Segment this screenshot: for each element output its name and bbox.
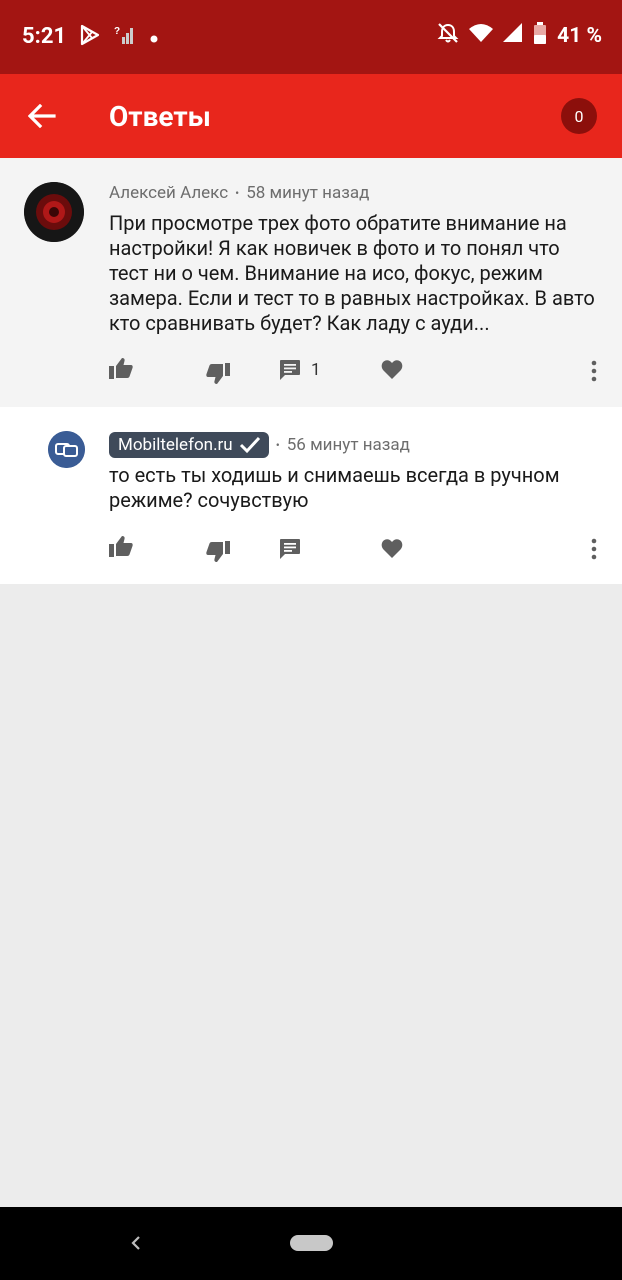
thumbs-down-icon <box>206 363 230 384</box>
author-line: Mobiltelefon.ru • 56 минут назад <box>109 432 410 458</box>
nav-back-button[interactable] <box>122 1229 148 1257</box>
system-nav-bar <box>0 1207 622 1280</box>
no-signal-icon: ? <box>114 25 136 49</box>
comment-time: 58 минут назад <box>246 183 370 203</box>
chevron-left-icon <box>131 1236 140 1250</box>
bell-off-icon <box>437 22 459 50</box>
thumbs-down-icon <box>206 541 230 562</box>
avatar[interactable] <box>48 431 85 468</box>
mobiltelefon-logo-icon <box>48 431 85 468</box>
dislike-button[interactable] <box>206 541 230 563</box>
checkmark-icon <box>239 436 260 453</box>
comment-actions <box>0 529 622 569</box>
status-bar: 5:21 ? 41 % <box>0 0 622 74</box>
status-left-icons: ? <box>80 24 158 50</box>
author-name[interactable]: Алексей Алекс <box>109 183 228 203</box>
reply-button[interactable]: 1 <box>279 359 321 381</box>
nav-home-pill[interactable] <box>290 1235 333 1251</box>
battery-icon <box>533 22 547 50</box>
author-name: Mobiltelefon.ru <box>118 434 233 455</box>
more-vertical-icon <box>591 360 597 382</box>
comment-text: При просмотре трех фото обратите внимани… <box>109 211 595 335</box>
signal-icon <box>503 23 523 49</box>
thumbs-up-icon <box>109 358 133 379</box>
dislike-button[interactable] <box>206 363 230 385</box>
play-store-icon <box>80 24 100 50</box>
comment-actions: 1 <box>0 351 622 391</box>
heart-icon <box>381 539 403 558</box>
arrow-left-icon <box>28 104 56 128</box>
back-button[interactable] <box>20 94 64 138</box>
author-badge[interactable]: Mobiltelefon.ru <box>109 432 269 458</box>
favorite-button[interactable] <box>381 359 403 379</box>
svg-text:?: ? <box>114 26 120 37</box>
count-badge[interactable]: 0 <box>561 98 597 134</box>
page-title: Ответы <box>109 100 211 133</box>
comment-icon <box>280 539 300 559</box>
like-button[interactable] <box>109 357 133 379</box>
comment-time: 56 минут назад <box>286 435 410 455</box>
separator-dot: • <box>275 438 280 452</box>
avatar[interactable] <box>24 182 84 242</box>
app-bar: Ответы 0 <box>0 74 622 158</box>
favorite-button[interactable] <box>381 538 403 558</box>
comment-text: то есть ты ходишь и снимаешь всегда в ру… <box>109 463 560 512</box>
more-options-button[interactable] <box>588 538 600 560</box>
heart-icon <box>381 360 403 379</box>
like-button[interactable] <box>109 535 133 557</box>
separator-dot: • <box>235 186 240 200</box>
thumbs-up-icon <box>109 536 133 557</box>
status-time: 5:21 <box>22 24 67 49</box>
wifi-icon <box>469 23 494 49</box>
reply-item: Mobiltelefon.ru • 56 минут назад то есть… <box>0 407 622 584</box>
status-right-icons: 41 % <box>437 22 602 50</box>
battery-percent: 41 % <box>557 24 602 48</box>
comment-item: Алексей Алекс • 58 минут назад При просм… <box>0 158 622 407</box>
more-options-button[interactable] <box>588 360 600 382</box>
author-line: Алексей Алекс • 58 минут назад <box>109 183 369 203</box>
reply-button[interactable] <box>279 538 301 560</box>
comment-icon <box>280 360 300 380</box>
reply-count: 1 <box>311 360 321 380</box>
more-vertical-icon <box>591 538 597 560</box>
dot-icon <box>150 28 158 47</box>
